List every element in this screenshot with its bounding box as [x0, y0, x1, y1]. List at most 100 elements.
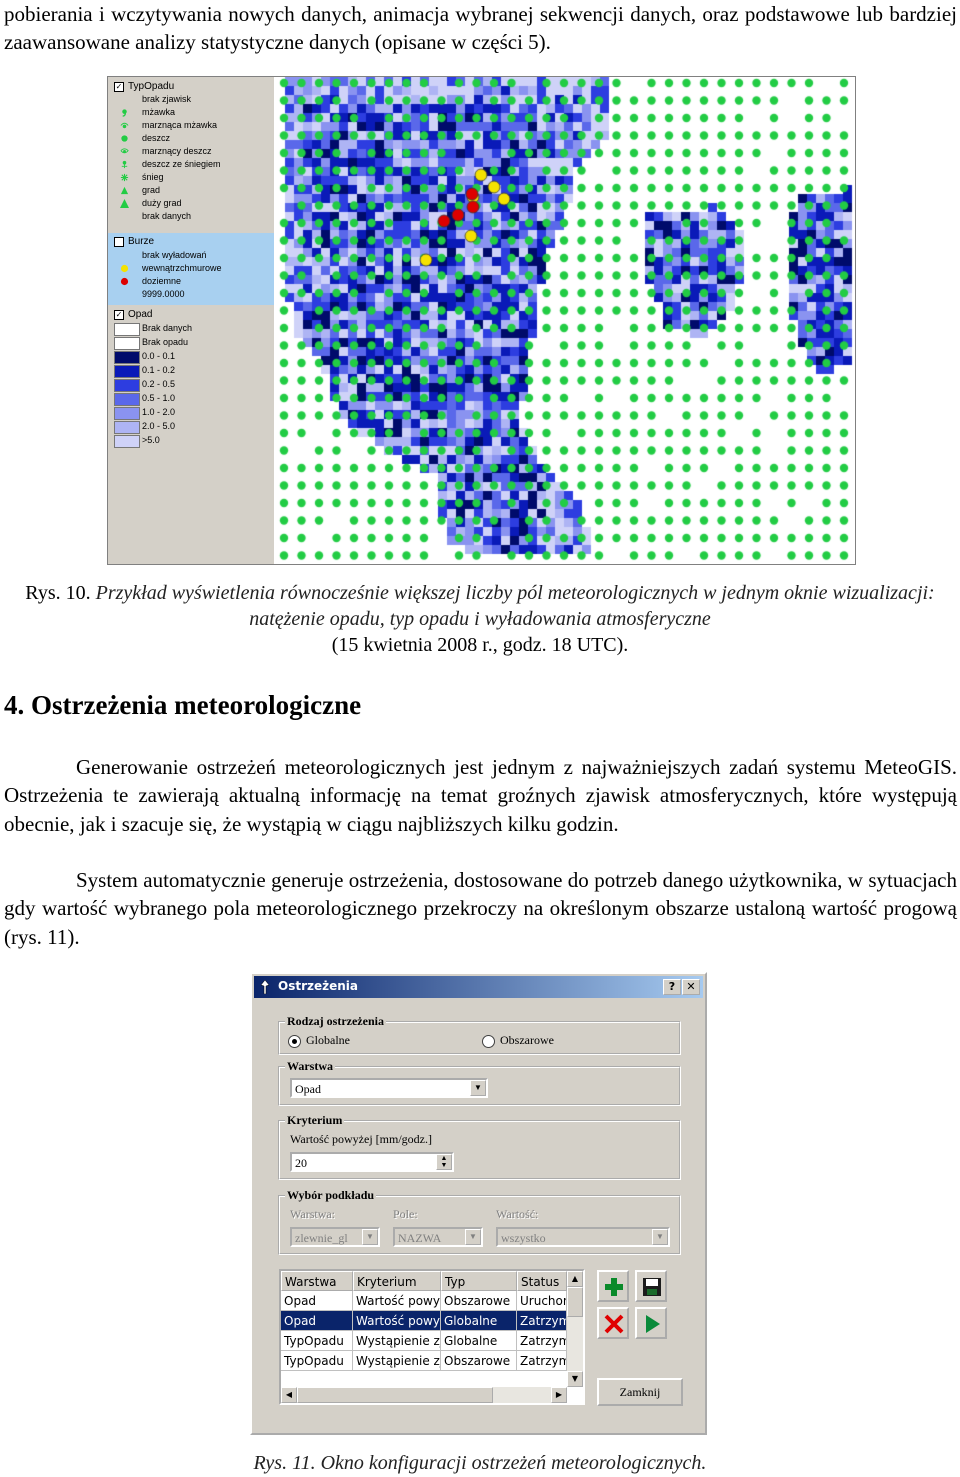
comma-icon: [122, 109, 127, 117]
table-cell[interactable]: Opad: [281, 1291, 353, 1311]
color-swatch: [114, 379, 140, 392]
radio-globalne-label: Globalne: [306, 1033, 350, 1047]
pin-icon: [260, 980, 270, 994]
table-cell[interactable]: TypOpadu: [281, 1351, 353, 1371]
podklad-pole-value: NAZWA: [398, 1231, 442, 1245]
dialog-titlebar[interactable]: Ostrzeżenia ? ✕: [254, 976, 703, 998]
legend-item: 9999.0000: [108, 288, 274, 301]
podklad-warstwa-select[interactable]: zlewnie_gl ▼: [290, 1227, 380, 1247]
play-icon: [646, 1315, 660, 1333]
legend-item-label: marznący deszcz: [142, 146, 212, 156]
add-warning-button[interactable]: [597, 1270, 629, 1302]
chevron-down-icon[interactable]: ▼: [465, 1229, 481, 1245]
kryterium-label: Wartość powyżej [mm/godz.]: [290, 1132, 432, 1146]
legend-item: 0.5 - 1.0: [108, 392, 274, 406]
save-warning-button[interactable]: [635, 1270, 667, 1302]
legend-item: 0.0 - 0.1: [108, 350, 274, 364]
spinner-arrows-icon[interactable]: ▲ ▼: [436, 1154, 452, 1170]
color-swatch: [114, 351, 140, 364]
legend-typopadu-header: ✓ TypOpadu: [108, 80, 274, 93]
kryterium-group-title: Kryterium: [285, 1113, 345, 1128]
close-dialog-button[interactable]: Zamknij: [597, 1378, 683, 1406]
legend-item: deszcz: [108, 132, 274, 145]
podklad-pole-select[interactable]: NAZWA ▼: [393, 1227, 483, 1247]
scroll-up-icon[interactable]: ▲: [567, 1271, 583, 1287]
column-header[interactable]: Kryterium: [353, 1271, 441, 1291]
legend-item: mżawka: [108, 106, 274, 119]
legend-item: brak wyładowań: [108, 249, 274, 262]
legend-item: doziemne: [108, 275, 274, 288]
legend-item: duży grad: [108, 197, 274, 210]
legend-item-label: 9999.0000: [142, 289, 185, 299]
legend-item-label: marznąca mżawka: [142, 120, 218, 130]
scroll-thumb[interactable]: [567, 1287, 583, 1317]
color-swatch: [114, 421, 140, 434]
table-cell[interactable]: Opad: [281, 1311, 353, 1331]
table-cell[interactable]: Globalne: [441, 1311, 517, 1331]
figure-10-caption-number: Rys. 10.: [25, 582, 91, 604]
table-cell[interactable]: Wystąpienie zja: [353, 1331, 441, 1351]
run-warning-button[interactable]: [635, 1307, 667, 1339]
legend-item-label: mżawka: [142, 107, 176, 117]
legend-item: brak zjawisk: [108, 93, 274, 106]
kryterium-spinner[interactable]: 20 ▲ ▼: [290, 1152, 454, 1172]
table-cell[interactable]: Wartość powyż: [353, 1291, 441, 1311]
podklad-warstwa-value: zlewnie_gl: [295, 1231, 348, 1245]
warnings-table[interactable]: Warstwa Kryterium Typ Status Opad Wartość pow…: [279, 1269, 585, 1405]
legend-item-label: 1.0 - 2.0: [142, 407, 176, 417]
radio-globalne[interactable]: [288, 1035, 301, 1048]
scroll-right-icon[interactable]: ▶: [551, 1387, 567, 1403]
hscroll-thumb[interactable]: [297, 1387, 493, 1403]
table-cell[interactable]: Obszarowe: [441, 1291, 517, 1311]
figure-11-caption: Rys. 11. Okno konfiguracji ostrzeżeń met…: [0, 1450, 960, 1476]
rain-snow-icon: [121, 160, 128, 169]
legend-item-label: doziemne: [142, 276, 182, 286]
delete-warning-button[interactable]: [597, 1307, 629, 1339]
kryterium-value: 20: [295, 1156, 307, 1170]
legend-item-label: 2.0 - 5.0: [142, 421, 176, 431]
large-hail-triangle-icon: [120, 199, 129, 208]
typopadu-checkbox[interactable]: ✓: [114, 82, 124, 92]
table-cell[interactable]: TypOpadu: [281, 1331, 353, 1351]
table-cell[interactable]: Wartość powyż: [353, 1311, 441, 1331]
map-legend-panel: ✓ TypOpadu brak zjawisk mżawka marznąca mżaw…: [108, 77, 274, 564]
scroll-left-icon[interactable]: ◀: [281, 1387, 297, 1403]
warstwa-select[interactable]: Opad ▼: [290, 1078, 488, 1098]
vertical-scrollbar[interactable]: ▲ ▼: [567, 1271, 583, 1387]
scroll-down-icon[interactable]: ▼: [567, 1371, 583, 1387]
chevron-down-icon[interactable]: ▼: [362, 1229, 378, 1245]
radio-obszarowe[interactable]: [482, 1035, 495, 1048]
table-cell[interactable]: Zatrzyma: [517, 1331, 567, 1351]
figure-10-caption-text: Przykład wyświetlenia równocześnie więks…: [95, 582, 935, 630]
table-cell[interactable]: Zatrzyma: [517, 1351, 567, 1371]
legend-item: śnieg: [108, 171, 274, 184]
dialog-title: Ostrzeżenia: [278, 979, 358, 993]
table-cell[interactable]: Uruchon: [517, 1291, 567, 1311]
chevron-down-icon[interactable]: ▼: [652, 1229, 668, 1245]
intro-paragraph: pobierania i wczytywania nowych danych, …: [4, 2, 957, 55]
table-cell[interactable]: Zatrzyma: [517, 1311, 567, 1331]
help-button[interactable]: ?: [663, 979, 681, 995]
burze-checkbox[interactable]: [114, 237, 124, 247]
yellow-dot-icon: [120, 264, 129, 273]
podklad-wartosc-label: Wartość:: [496, 1207, 539, 1221]
chevron-down-icon[interactable]: ▼: [470, 1080, 486, 1096]
horizontal-scrollbar[interactable]: ◀ ▶: [281, 1387, 567, 1403]
legend-item: >5.0: [108, 434, 274, 448]
podklad-wartosc-select[interactable]: wszystko ▼: [496, 1227, 670, 1247]
table-cell[interactable]: Globalne: [441, 1331, 517, 1351]
legend-item-label: >5.0: [142, 435, 160, 445]
table-cell[interactable]: Obszarowe: [441, 1351, 517, 1371]
red-x-icon: [604, 1314, 624, 1334]
column-header[interactable]: Typ: [441, 1271, 517, 1291]
floppy-disk-icon: [643, 1278, 661, 1296]
column-header[interactable]: Status: [517, 1271, 567, 1291]
podklad-wartosc-value: wszystko: [501, 1231, 546, 1245]
legend-item: Brak danych: [108, 322, 274, 336]
precipitation-map-canvas[interactable]: [276, 77, 855, 564]
opad-checkbox[interactable]: ✓: [114, 310, 124, 320]
column-header[interactable]: Warstwa: [281, 1271, 353, 1291]
close-icon[interactable]: ✕: [682, 979, 700, 995]
table-cell[interactable]: Wystąpienie zja: [353, 1351, 441, 1371]
legend-item-label: Brak opadu: [142, 337, 189, 347]
